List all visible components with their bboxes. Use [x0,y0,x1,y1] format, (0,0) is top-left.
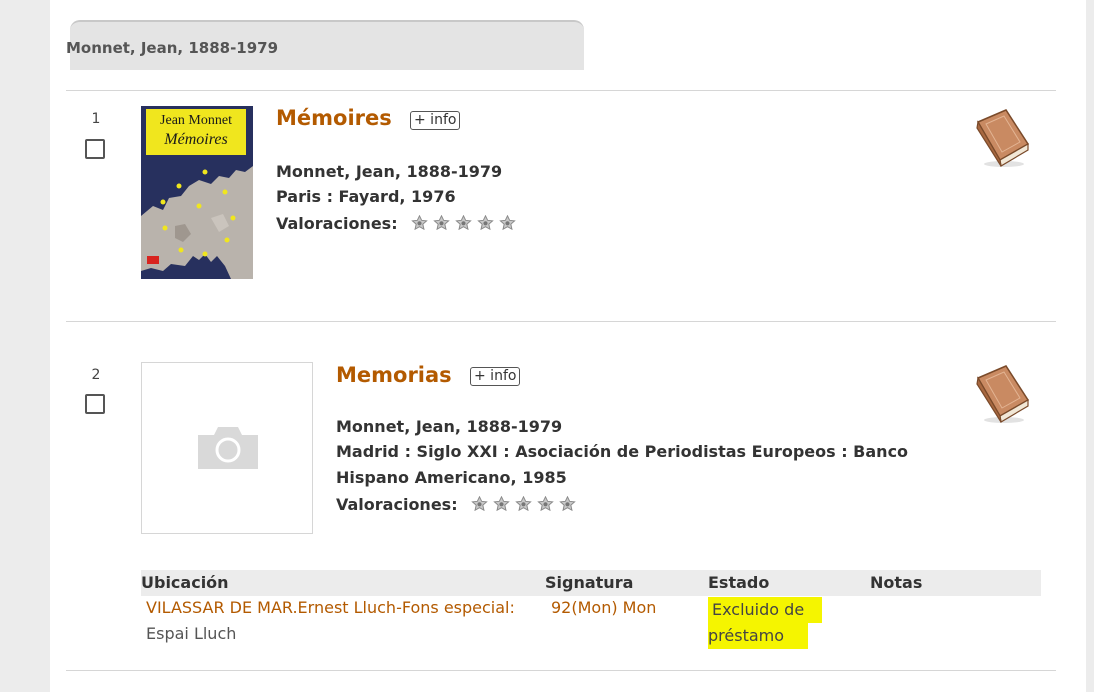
ratings-label: Valoraciones: [336,495,458,514]
column-header-signature: Signatura [545,573,634,592]
star-icon[interactable] [537,496,554,511]
result-checkbox[interactable] [85,394,105,414]
result-author: Monnet, Jean, 1888-1979 [276,162,503,181]
divider [66,321,1056,322]
star-icon[interactable] [455,215,472,230]
ratings-label: Valoraciones: [276,214,398,233]
star-icon[interactable] [493,496,510,511]
camera-icon [198,427,258,469]
star-icon[interactable] [559,496,576,511]
holding-status-line2: préstamo [708,626,785,645]
result-number: 2 [91,367,101,383]
holding-status: Excluido de [708,597,822,623]
more-info-button[interactable]: + info [410,111,461,130]
result-title-link[interactable]: Mémoires [276,106,392,130]
rating-stars[interactable] [471,490,581,515]
divider [66,90,1056,91]
divider [66,670,1056,671]
holding-status-cont: préstamo [708,623,808,649]
star-icon[interactable] [477,215,494,230]
author-heading[interactable]: Monnet, Jean, 1888-1979 [66,39,278,57]
column-header-location: Ubicación [141,573,229,592]
result-publication: Paris : Fayard, 1976 [276,187,456,206]
star-icon[interactable] [433,215,450,230]
book-icon[interactable] [972,362,1032,426]
result-publication-cont: Hispano Americano, 1985 [336,468,567,487]
result-ratings: Valoraciones: [276,209,521,236]
book-cover-image[interactable]: Jean Monnet Mémoires [141,106,253,279]
result-number: 1 [91,111,101,127]
holding-location-sublocation: Espai Lluch [146,624,237,643]
rating-stars[interactable] [411,209,521,234]
result-publication: Madrid : Siglo XXI : Asociación de Perio… [336,442,909,461]
holding-location-link[interactable]: VILASSAR DE MAR.Ernest Lluch-Fons especi… [146,595,515,621]
star-icon[interactable] [411,215,428,230]
star-icon[interactable] [499,215,516,230]
result-ratings: Valoraciones: [336,490,581,517]
cover-author: Jean Monnet [160,113,232,128]
cover-placeholder[interactable] [141,362,313,534]
result-title-link[interactable]: Memorias [336,363,452,387]
result-checkbox[interactable] [85,139,105,159]
results-panel: Monnet, Jean, 1888-1979 1 Jean Monnet Mé… [50,0,1086,692]
cover-title: Mémoires [164,131,228,148]
star-icon[interactable] [471,496,488,511]
book-icon[interactable] [972,106,1032,170]
holding-signature: 92(Mon) Mon [551,598,657,617]
star-icon[interactable] [515,496,532,511]
holding-status-line1: Excluido de [712,600,805,619]
more-info-button[interactable]: + info [470,367,521,386]
column-header-status: Estado [708,573,770,592]
result-author: Monnet, Jean, 1888-1979 [336,417,563,436]
column-header-notes: Notas [870,573,923,592]
